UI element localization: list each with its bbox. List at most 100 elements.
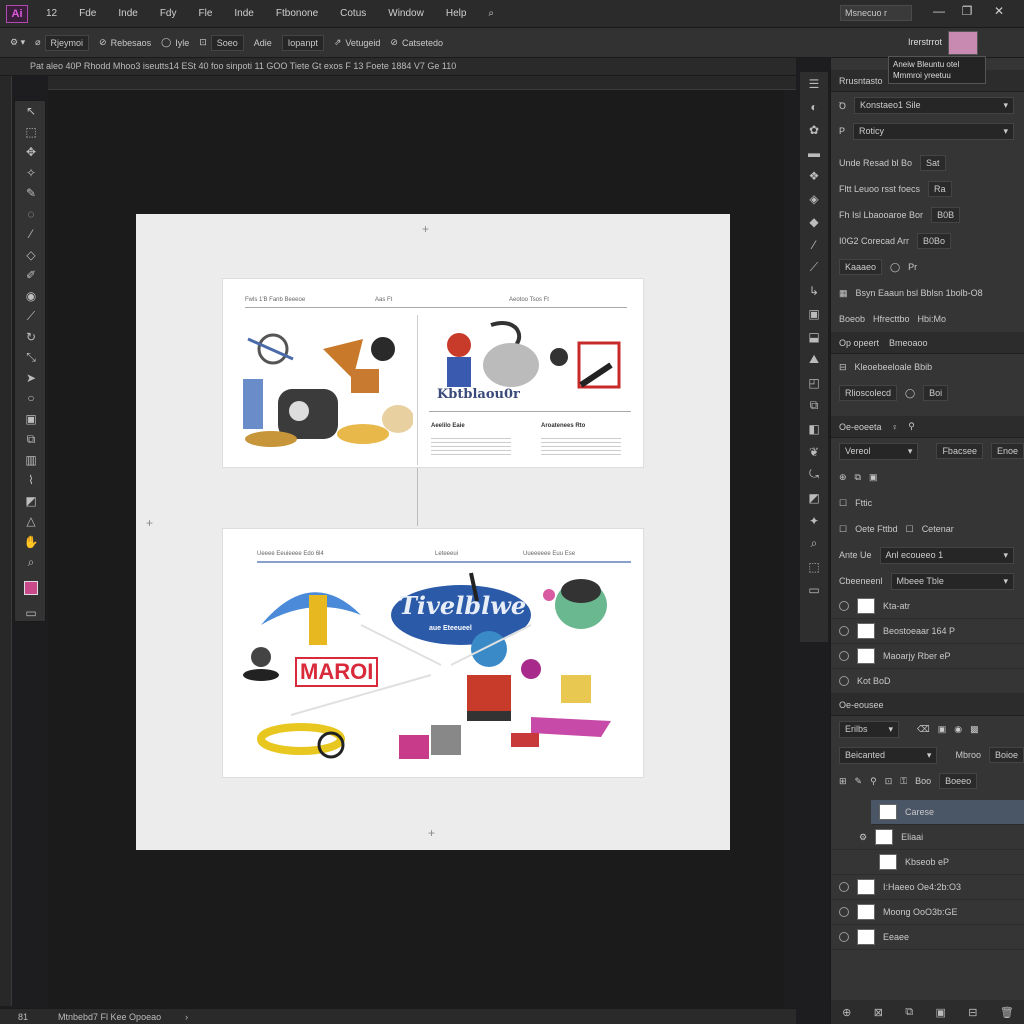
menu-item-help[interactable]: Help xyxy=(442,6,471,21)
swatch-row[interactable]: Beostoeaar 164 P xyxy=(831,619,1024,644)
workspace-switcher[interactable]: Msnecuo r xyxy=(840,5,912,21)
properties-field[interactable]: Fh Isl Lbaooaroe Bor B0B xyxy=(831,202,1024,228)
appearance-option[interactable]: ☐ Oete Fttbd ☐ Cetenar xyxy=(831,516,1024,542)
screen-mode-icon[interactable]: ▭ xyxy=(15,603,47,624)
appearance-field[interactable]: Fbacsee xyxy=(936,443,983,459)
pen-icon[interactable]: ✎ xyxy=(15,183,47,204)
bulb-icon[interactable]: ♀ xyxy=(892,422,899,432)
design-card-bottom[interactable]: Ueeee Eeuieeee Edo 6l4 Leteeeui Uueeeeee… xyxy=(222,528,644,778)
maximize-icon[interactable]: ❐ xyxy=(958,4,976,22)
navigator-icon[interactable]: ⬚ xyxy=(800,555,828,578)
fx-icon[interactable]: ⊕ xyxy=(839,472,847,483)
tab-align[interactable]: Op opeert xyxy=(839,338,879,348)
menu-item-7[interactable]: Ftbonone xyxy=(272,6,322,21)
paragraph-icon[interactable]: ⤿ xyxy=(800,463,828,486)
align-panel-header[interactable]: Op opeert Bmeoaoo xyxy=(831,332,1024,354)
line-icon[interactable]: ⟋ xyxy=(15,306,47,327)
align-value[interactable]: Boi xyxy=(923,385,949,401)
blend-icon[interactable]: ⧉ xyxy=(15,429,47,450)
layer-row[interactable]: Moong OoO3b:GE xyxy=(831,900,1024,925)
close-icon[interactable]: ✕ xyxy=(990,4,1008,22)
option-4[interactable]: ⊡ Soeo xyxy=(199,34,244,51)
locate-icon[interactable]: ⊕ xyxy=(842,1006,851,1019)
rotate-icon[interactable]: ↻ xyxy=(15,327,47,348)
swatches-icon[interactable]: ✿ xyxy=(800,118,828,141)
menu-item-window[interactable]: Window xyxy=(384,6,428,21)
eye-icon[interactable] xyxy=(839,626,849,636)
hand-icon[interactable]: ✋ xyxy=(15,532,47,553)
lock-transparent-icon[interactable]: ⊞ xyxy=(839,776,847,787)
layer-name[interactable]: Moong OoO3b:GE xyxy=(883,907,958,917)
eye-icon[interactable] xyxy=(839,651,849,661)
menu-item-1[interactable]: 12 xyxy=(42,6,61,21)
graphic-styles-icon[interactable]: ◈ xyxy=(800,187,828,210)
layer-name[interactable]: I:Haeeo Oe4:2b:O3 xyxy=(883,882,961,892)
swatch-row[interactable]: Kta-atr xyxy=(831,594,1024,619)
layer-name[interactable]: Eliaai xyxy=(901,832,923,842)
mini-label[interactable]: Hfrecttbo xyxy=(873,314,910,324)
option-5[interactable]: Adie xyxy=(254,38,272,48)
move-icon[interactable]: ✥ xyxy=(15,142,47,163)
properties-row[interactable]: P Roticy ▾ xyxy=(831,118,1024,144)
checkbox[interactable]: ☐ xyxy=(906,524,914,535)
zoom-icon[interactable]: ⌕ xyxy=(15,552,47,573)
fill-field[interactable]: Boeeo xyxy=(939,773,978,789)
document-tab[interactable]: Pat aleo 40P Rhodd Mhoo3 iseutts14 ESt 4… xyxy=(0,58,796,76)
swatch-row[interactable]: Kot BoD xyxy=(831,669,1024,694)
style-dropdown[interactable]: Konstaeo1 Sile ▾ xyxy=(854,96,1014,114)
properties-field[interactable]: Fltt Leuoo rsst foecs Ra xyxy=(831,176,1024,202)
pointer-icon[interactable]: ➤ xyxy=(15,368,47,389)
menu-item-2[interactable]: Fde xyxy=(75,6,100,21)
eye-icon[interactable] xyxy=(839,882,849,892)
lasso-icon[interactable]: ◌ xyxy=(15,204,47,225)
appearance-icons[interactable]: ⊕ ⧉ ▣ xyxy=(831,464,1024,490)
swatch-row[interactable]: Maoarjy Rber eP xyxy=(831,644,1024,669)
tab-layers[interactable]: Oe-eousee xyxy=(839,700,884,710)
color-icon[interactable]: ◐ xyxy=(800,95,828,118)
field-value[interactable]: B0Bo xyxy=(917,233,952,249)
align-field[interactable]: Rlioscolecd xyxy=(839,385,898,401)
scale-icon[interactable]: ⤡ xyxy=(15,347,47,368)
mini-label[interactable]: Hbi:Mo xyxy=(918,314,947,324)
shape-icon[interactable]: ○ xyxy=(15,388,47,409)
vertical-ruler[interactable] xyxy=(0,76,12,1006)
appearance-panel-header[interactable]: Oe-eoeeta ♀ ⚲ xyxy=(831,416,1024,438)
zoom-level[interactable]: 81 xyxy=(18,1012,28,1022)
properties-field[interactable]: Kaaaeo ◯ Pr xyxy=(831,254,1024,280)
transparency-icon[interactable]: ⟋ xyxy=(800,256,828,279)
search-icon[interactable]: ⌕ xyxy=(484,6,498,21)
blend-dropdown[interactable]: Beicanted ▾ xyxy=(839,746,938,764)
tab-appearance[interactable]: Oe-eoeeta xyxy=(839,422,882,432)
option-7[interactable]: ⇗ Vetugeid xyxy=(334,37,381,48)
properties-field[interactable]: Unde Resad bl Bo Sat xyxy=(831,150,1024,176)
option-2[interactable]: ⊘ Rebesaos xyxy=(99,37,151,48)
trash-icon[interactable]: ⌫ xyxy=(917,724,930,735)
properties-mini-row[interactable]: Boeob Hfrecttbo Hbi:Mo xyxy=(831,306,1024,332)
eye-icon[interactable] xyxy=(839,907,849,917)
field-value[interactable]: B0B xyxy=(931,207,961,223)
layer-name[interactable]: Eeaee xyxy=(883,932,909,942)
layers-blend-row[interactable]: Beicanted ▾ Mbroo Boioe xyxy=(831,742,1024,768)
appearance-row[interactable]: Cbeeneenl Mbeee Tble ▾ xyxy=(831,568,1024,594)
eyedropper-icon[interactable]: ⌇ xyxy=(15,470,47,491)
layers-icon[interactable]: ◰ xyxy=(800,371,828,394)
tab-properties[interactable]: Rrusntasto xyxy=(839,76,883,86)
option-6[interactable]: Iopanpt xyxy=(281,34,324,51)
artboard[interactable]: + + + Fwls 1'B Fanb Beeeoe Aas Ft Aeotoo… xyxy=(136,214,730,850)
trash-icon[interactable]: 🗑 xyxy=(1000,1006,1014,1019)
brush-lock-icon[interactable]: ✎ xyxy=(855,776,863,787)
move-lock-icon[interactable]: ⚲ xyxy=(870,776,877,787)
layer-row[interactable]: Kbseob eP xyxy=(831,850,1024,875)
layers-filter-row[interactable]: Erilbs ▾ ⌫ ▣ ◉ ▩ xyxy=(831,716,1024,742)
libraries-icon[interactable]: ✦ xyxy=(800,509,828,532)
links-icon[interactable]: ⧉ xyxy=(800,394,828,417)
option-8[interactable]: ⊘ Catsetedo xyxy=(390,37,443,48)
new-layer-icon[interactable]: ▣ xyxy=(938,724,947,735)
magic-wand-icon[interactable]: ✧ xyxy=(15,163,47,184)
mini-label[interactable]: Boeob xyxy=(839,314,865,324)
artboards-icon[interactable]: ◧ xyxy=(800,417,828,440)
symbols-icon[interactable]: ❖ xyxy=(800,164,828,187)
slice-icon[interactable]: ◩ xyxy=(15,491,47,512)
eye-icon[interactable] xyxy=(839,932,849,942)
eye-icon[interactable] xyxy=(839,601,849,611)
